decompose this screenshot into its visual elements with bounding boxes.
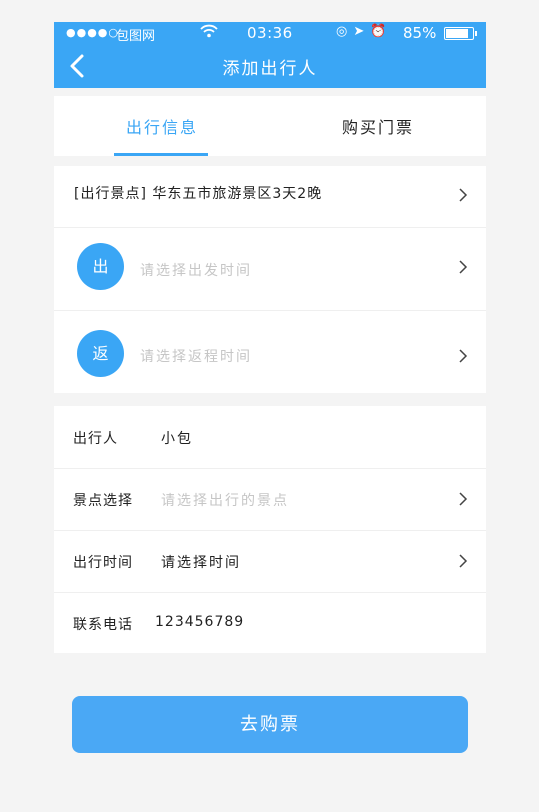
active-tab-indicator — [114, 153, 208, 156]
status-bar: ●●●●○ 包图网 03:36 ◎➤⏰ 85% — [54, 22, 486, 44]
status-icons: ◎➤⏰ — [336, 24, 392, 39]
battery-icon — [444, 27, 477, 40]
tab-bar: 出行信息 购买门票 — [54, 96, 486, 156]
scenic-spot-text: [出行景点] 华东五市旅游景区3天2晚 — [74, 186, 323, 202]
phone-label: 联系电话 — [73, 617, 133, 633]
phone-screen: ●●●●○ 包图网 03:36 ◎➤⏰ 85% 添加出行人 出行信息 购买门票 … — [54, 22, 486, 812]
chevron-right-icon — [459, 260, 468, 274]
scenic-select-row[interactable]: 景点选择 请选择出行的景点 — [54, 468, 486, 531]
travel-time-value[interactable]: 请选择时间 — [161, 552, 241, 572]
travel-time-label: 出行时间 — [73, 555, 133, 571]
chevron-right-icon — [459, 492, 468, 506]
traveler-form: 出行人 小包 景点选择 请选择出行的景点 出行时间 请选择时间 联系电话 123… — [54, 406, 486, 653]
chevron-right-icon — [459, 188, 468, 202]
phone-input[interactable]: 123456789 — [155, 614, 244, 630]
wifi-icon — [200, 24, 218, 42]
chevron-right-icon — [459, 554, 468, 568]
depart-time-placeholder: 请选择出发时间 — [140, 263, 252, 279]
location-icon: ➤ — [353, 24, 371, 39]
status-time: 03:36 — [247, 24, 293, 42]
tab-buy-ticket[interactable]: 购买门票 — [270, 96, 486, 156]
return-time-row[interactable]: 返 请选择返程时间 — [54, 311, 486, 393]
tab-trip-info[interactable]: 出行信息 — [54, 96, 270, 156]
nav-bar: 添加出行人 — [54, 44, 486, 88]
battery-percent: 85% — [403, 24, 437, 42]
scenic-select-label: 景点选择 — [73, 493, 133, 509]
traveler-value[interactable]: 小包 — [161, 428, 193, 448]
depart-badge: 出 — [77, 243, 124, 290]
buy-ticket-button[interactable]: 去购票 — [72, 696, 468, 753]
chevron-right-icon — [459, 349, 468, 363]
return-time-placeholder: 请选择返程时间 — [140, 349, 252, 365]
signal-dots: ●●●●○ — [66, 26, 119, 39]
page-title: 添加出行人 — [222, 59, 318, 79]
traveler-row[interactable]: 出行人 小包 — [54, 406, 486, 469]
alarm-icon: ⏰ — [370, 24, 393, 39]
phone-row[interactable]: 联系电话 123456789 — [54, 592, 486, 653]
travel-time-row[interactable]: 出行时间 请选择时间 — [54, 530, 486, 593]
battery-fill — [446, 29, 469, 38]
lock-rotation-icon: ◎ — [336, 24, 354, 39]
carrier-name: 包图网 — [116, 29, 156, 44]
scenic-select-placeholder[interactable]: 请选择出行的景点 — [161, 490, 289, 510]
return-badge: 返 — [77, 330, 124, 377]
trip-card: [出行景点] 华东五市旅游景区3天2晚 出 请选择出发时间 返 请选择返程时间 — [54, 166, 486, 393]
scenic-spot-row[interactable]: [出行景点] 华东五市旅游景区3天2晚 — [54, 166, 486, 228]
traveler-label: 出行人 — [73, 431, 118, 447]
depart-time-row[interactable]: 出 请选择出发时间 — [54, 228, 486, 311]
